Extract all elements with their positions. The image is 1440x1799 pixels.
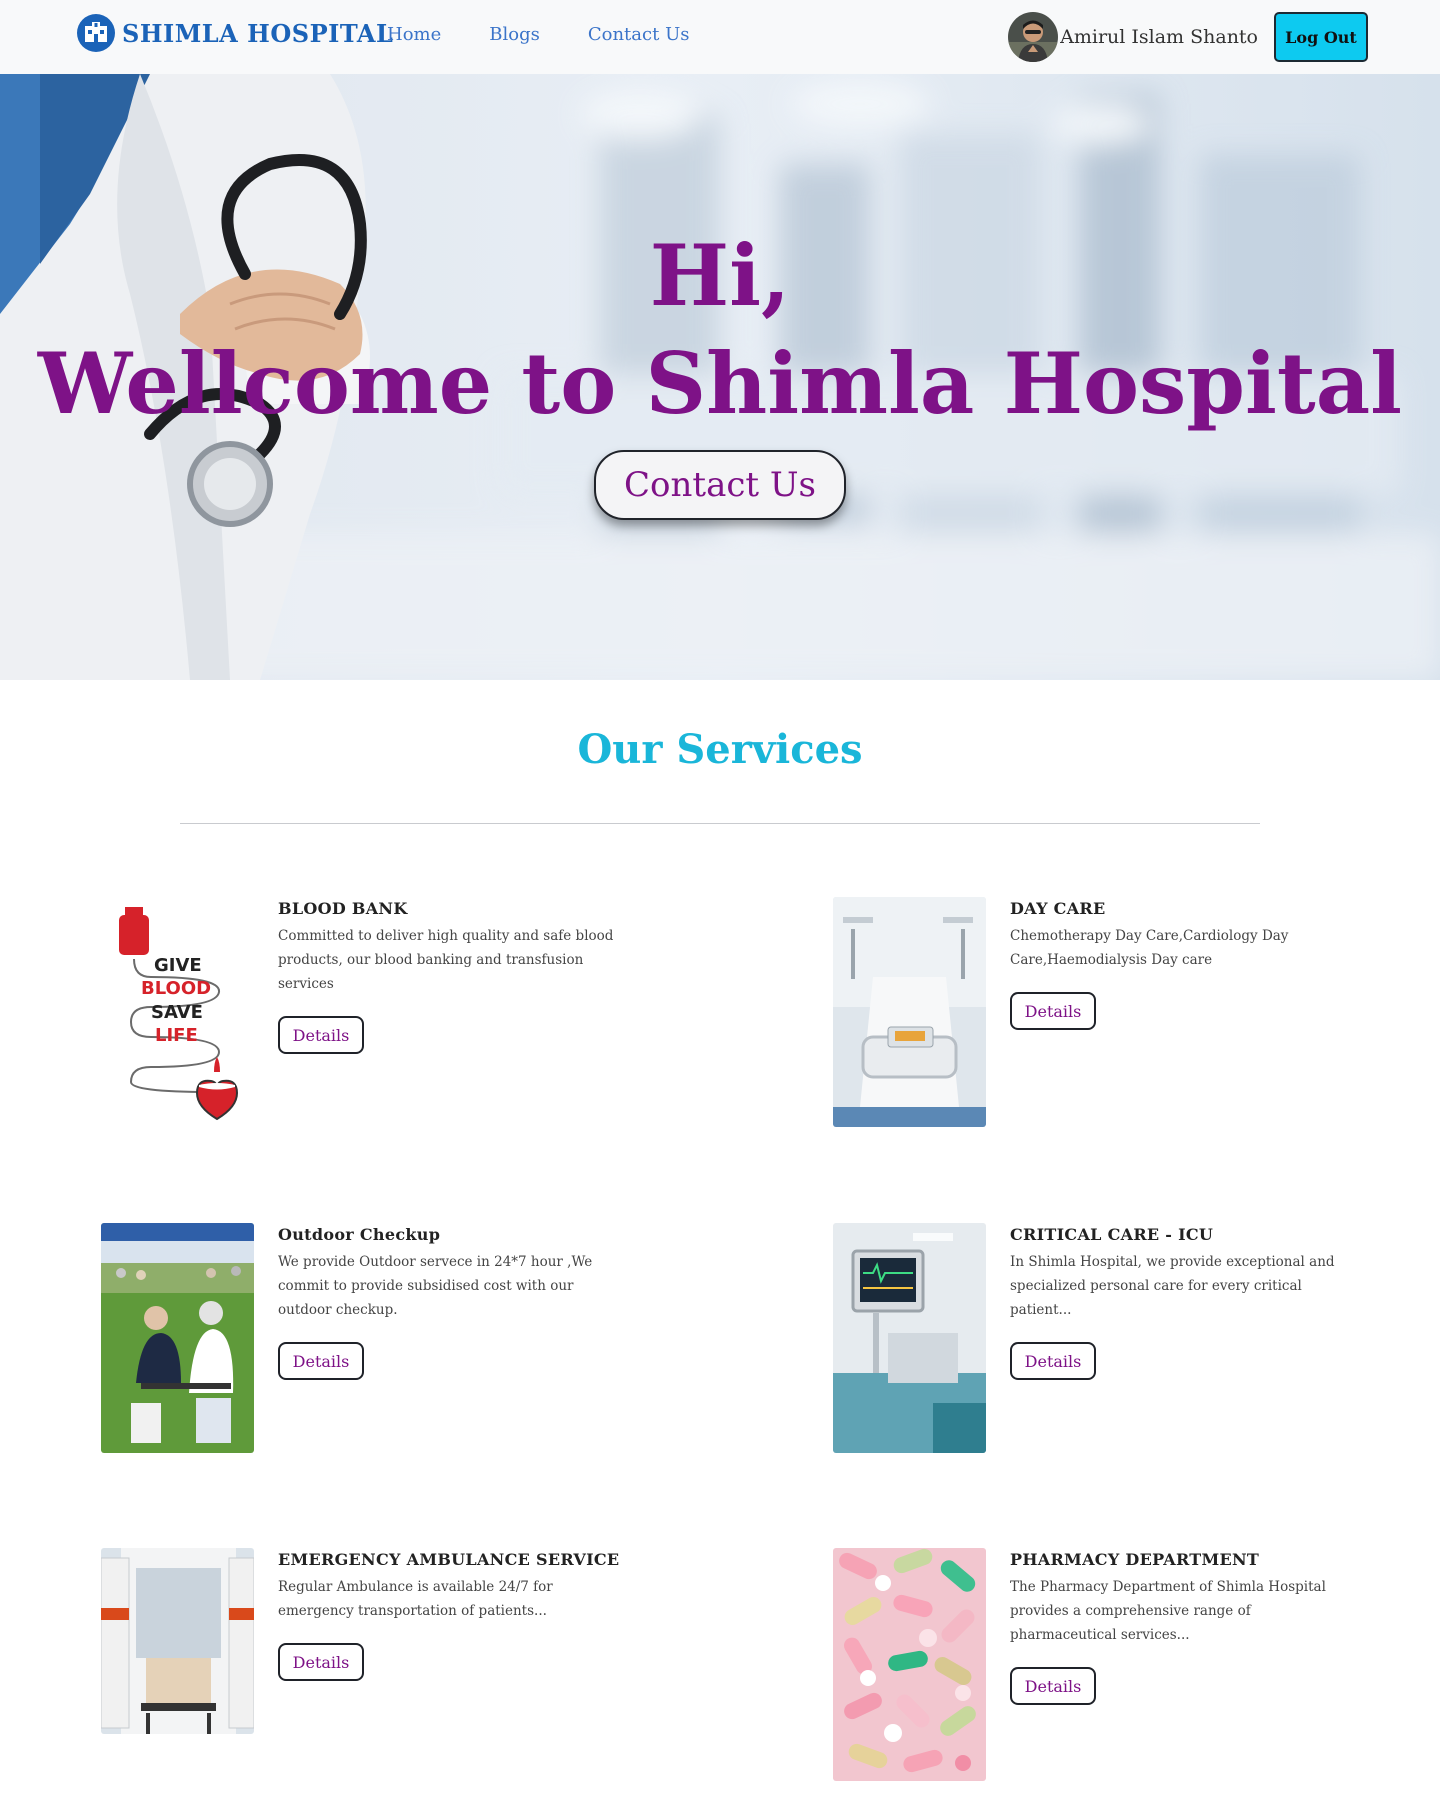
user-name: Amirul Islam Shanto [1060,26,1258,48]
service-description: The Pharmacy Department of Shimla Hospit… [1010,1579,1326,1643]
details-button[interactable]: Details [278,1342,364,1380]
service-body: PHARMACY DEPARTMENT The Pharmacy Departm… [1010,1548,1355,1705]
service-card-blood-bank: GIVE BLOOD SAVE LIFE BLOOD BANK Committe… [101,897,661,1137]
nav-blogs-link[interactable]: Blogs [489,24,540,45]
service-title: DAY CARE [1010,899,1106,918]
pharmacy-image [833,1548,986,1781]
image-text-give: GIVE [154,955,202,976]
service-description: We provide Outdoor servece in 24*7 hour … [278,1254,593,1318]
outdoor-checkup-image [101,1223,254,1453]
image-text-blood: BLOOD [141,978,211,999]
service-description: In Shimla Hospital, we provide exception… [1010,1254,1335,1318]
details-button[interactable]: Details [1010,1342,1096,1380]
service-card-outdoor-checkup: Outdoor Checkup We provide Outdoor serve… [101,1223,661,1463]
service-card-critical-care: CRITICAL CARE - ICU In Shimla Hospital, … [833,1223,1393,1463]
service-title: CRITICAL CARE - ICU [1010,1225,1214,1244]
image-text-life: LIFE [155,1025,198,1046]
hospital-logo-icon [77,14,115,52]
hero-contact-button[interactable]: Contact Us [594,450,846,520]
hero-headline: Wellcome to Shimla Hospital [37,334,1403,433]
service-body: CRITICAL CARE - ICU In Shimla Hospital, … [1010,1223,1355,1380]
service-title: EMERGENCY AMBULANCE SERVICE [278,1550,620,1569]
ambulance-image [101,1548,254,1734]
blood-bank-image: GIVE BLOOD SAVE LIFE [101,897,254,1127]
service-title: BLOOD BANK [278,899,408,918]
service-card-pharmacy: PHARMACY DEPARTMENT The Pharmacy Departm… [833,1548,1393,1788]
details-button[interactable]: Details [278,1016,364,1054]
details-button[interactable]: Details [278,1643,364,1681]
nav-links: Home Blogs Contact Us [387,24,737,45]
service-card-day-care: DAY CARE Chemotherapy Day Care,Cardiolog… [833,897,1393,1137]
service-description: Regular Ambulance is available 24/7 for … [278,1579,553,1619]
hero-banner: Hi, Wellcome to Shimla Hospital Contact … [0,74,1440,680]
details-button[interactable]: Details [1010,992,1096,1030]
service-body: EMERGENCY AMBULANCE SERVICE Regular Ambu… [278,1548,623,1681]
user-avatar [1008,12,1059,62]
brand-name: SHIMLA HOSPITAL [122,18,394,48]
service-title: PHARMACY DEPARTMENT [1010,1550,1260,1569]
image-text-save: SAVE [151,1002,203,1023]
nav-contact-link[interactable]: Contact Us [588,24,690,45]
service-title: Outdoor Checkup [278,1225,441,1244]
nav-home-link[interactable]: Home [387,24,441,45]
hero-greeting: Hi, [649,226,791,325]
service-body: Outdoor Checkup We provide Outdoor serve… [278,1223,623,1380]
day-care-image [833,897,986,1127]
brand-link[interactable]: SHIMLA HOSPITAL [76,12,393,54]
service-description: Committed to deliver high quality and sa… [278,928,614,992]
services-divider [180,823,1260,824]
services-heading: Our Services [577,726,863,773]
details-button[interactable]: Details [1010,1667,1096,1705]
logout-button[interactable]: Log Out [1274,12,1368,62]
service-card-ambulance: EMERGENCY AMBULANCE SERVICE Regular Ambu… [101,1548,661,1788]
service-body: BLOOD BANK Committed to deliver high qua… [278,897,623,1054]
navbar: SHIMLA HOSPITAL Home Blogs Contact Us Am… [0,0,1440,74]
critical-care-image [833,1223,986,1453]
user-area: Amirul Islam Shanto Log Out [1008,12,1368,62]
service-body: DAY CARE Chemotherapy Day Care,Cardiolog… [1010,897,1355,1030]
service-description: Chemotherapy Day Care,Cardiology Day Car… [1010,928,1289,968]
